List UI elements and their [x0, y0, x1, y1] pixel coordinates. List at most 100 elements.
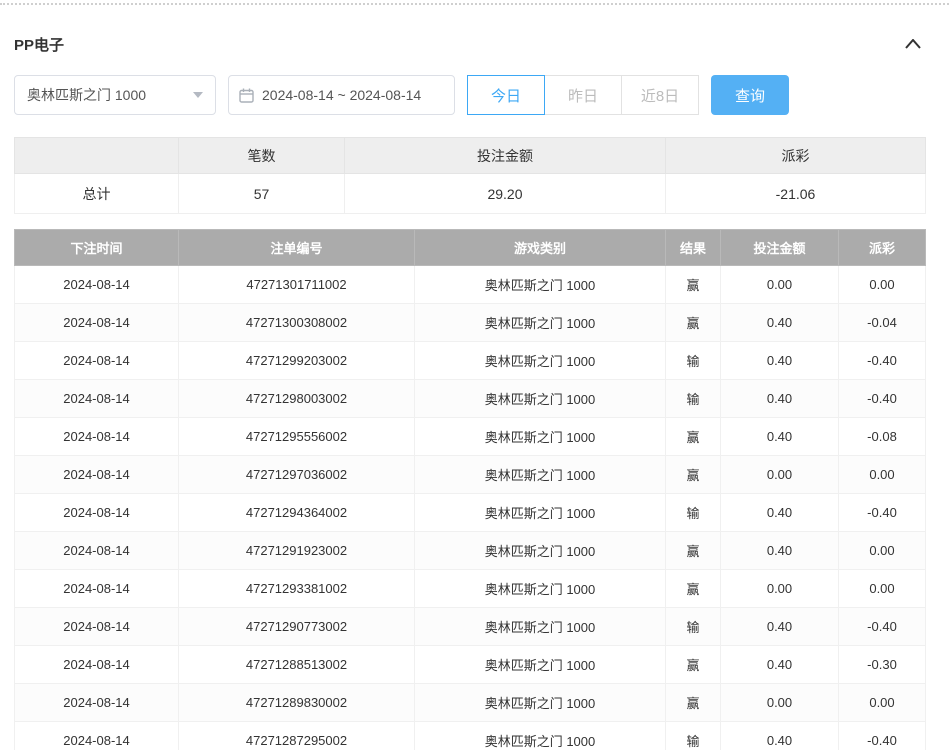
- payout-cell: -0.40: [839, 342, 926, 380]
- game-select-value: 奥林匹斯之门 1000: [27, 85, 146, 105]
- result-cell: 输: [666, 722, 721, 750]
- game-type-cell: 奥林匹斯之门 1000: [415, 380, 666, 418]
- result-cell: 赢: [666, 456, 721, 494]
- payout-cell: 0.00: [839, 684, 926, 722]
- header-result: 结果: [666, 230, 721, 266]
- result-cell: 赢: [666, 304, 721, 342]
- payout-cell: -0.40: [839, 722, 926, 750]
- bet-time-cell: 2024-08-14: [15, 456, 179, 494]
- result-cell: 输: [666, 380, 721, 418]
- table-row: 2024-08-14 47271299203002 奥林匹斯之门 1000 输 …: [15, 342, 926, 380]
- game-type-cell: 奥林匹斯之门 1000: [415, 532, 666, 570]
- bet-amount-cell: 0.00: [721, 570, 839, 608]
- header-game-type: 游戏类别: [415, 230, 666, 266]
- chevron-down-icon: [193, 92, 203, 98]
- order-no-cell: 47271291923002: [179, 532, 415, 570]
- quick-range-button-group: 今日 昨日 近8日: [467, 75, 699, 115]
- filter-bar: 奥林匹斯之门 1000 2024-08-14 ~ 2024-08-14 今日 昨…: [14, 75, 925, 115]
- game-type-cell: 奥林匹斯之门 1000: [415, 494, 666, 532]
- table-row: 2024-08-14 47271288513002 奥林匹斯之门 1000 赢 …: [15, 646, 926, 684]
- table-row: 2024-08-14 47271289830002 奥林匹斯之门 1000 赢 …: [15, 684, 926, 722]
- pp-electronic-section: PP电子 奥林匹斯之门 1000 2024-08-14 ~ 2024-08-14…: [0, 27, 949, 750]
- order-no-cell: 47271293381002: [179, 570, 415, 608]
- collapse-section-button[interactable]: [901, 33, 925, 56]
- payout-cell: 0.00: [839, 456, 926, 494]
- today-button[interactable]: 今日: [467, 75, 545, 115]
- game-type-cell: 奥林匹斯之门 1000: [415, 684, 666, 722]
- header-bet-time: 下注时间: [15, 230, 179, 266]
- order-no-cell: 47271294364002: [179, 494, 415, 532]
- order-no-cell: 47271289830002: [179, 684, 415, 722]
- table-row: 2024-08-14 47271287295002 奥林匹斯之门 1000 输 …: [15, 722, 926, 750]
- header-order-no: 注单编号: [179, 230, 415, 266]
- order-no-cell: 47271299203002: [179, 342, 415, 380]
- bet-time-cell: 2024-08-14: [15, 304, 179, 342]
- order-no-cell: 47271290773002: [179, 608, 415, 646]
- bet-time-cell: 2024-08-14: [15, 646, 179, 684]
- last-8-days-button[interactable]: 近8日: [621, 75, 699, 115]
- bet-time-cell: 2024-08-14: [15, 342, 179, 380]
- bet-table-header-row: 下注时间 注单编号 游戏类别 结果 投注金额 派彩: [15, 230, 926, 266]
- bet-time-cell: 2024-08-14: [15, 266, 179, 304]
- result-cell: 赢: [666, 532, 721, 570]
- payout-cell: -0.40: [839, 494, 926, 532]
- bet-amount-cell: 0.40: [721, 646, 839, 684]
- table-row: 2024-08-14 47271293381002 奥林匹斯之门 1000 赢 …: [15, 570, 926, 608]
- result-cell: 输: [666, 494, 721, 532]
- bet-time-cell: 2024-08-14: [15, 532, 179, 570]
- summary-header-bet-amount: 投注金额: [345, 138, 666, 174]
- order-no-cell: 47271300308002: [179, 304, 415, 342]
- bet-time-cell: 2024-08-14: [15, 684, 179, 722]
- game-type-cell: 奥林匹斯之门 1000: [415, 304, 666, 342]
- game-select[interactable]: 奥林匹斯之门 1000: [14, 75, 216, 115]
- summary-total-payout: -21.06: [666, 174, 926, 214]
- bet-amount-cell: 0.40: [721, 380, 839, 418]
- result-cell: 输: [666, 342, 721, 380]
- bet-amount-cell: 0.40: [721, 342, 839, 380]
- order-no-cell: 47271297036002: [179, 456, 415, 494]
- game-type-cell: 奥林匹斯之门 1000: [415, 342, 666, 380]
- bet-time-cell: 2024-08-14: [15, 608, 179, 646]
- game-type-cell: 奥林匹斯之门 1000: [415, 646, 666, 684]
- yesterday-button[interactable]: 昨日: [544, 75, 622, 115]
- table-row: 2024-08-14 47271295556002 奥林匹斯之门 1000 赢 …: [15, 418, 926, 456]
- game-type-cell: 奥林匹斯之门 1000: [415, 456, 666, 494]
- bet-amount-cell: 0.40: [721, 532, 839, 570]
- query-button[interactable]: 查询: [711, 75, 789, 115]
- date-range-picker[interactable]: 2024-08-14 ~ 2024-08-14: [228, 75, 455, 115]
- order-no-cell: 47271287295002: [179, 722, 415, 750]
- bet-time-cell: 2024-08-14: [15, 570, 179, 608]
- table-row: 2024-08-14 47271291923002 奥林匹斯之门 1000 赢 …: [15, 532, 926, 570]
- order-no-cell: 47271301711002: [179, 266, 415, 304]
- bet-records-table: 下注时间 注单编号 游戏类别 结果 投注金额 派彩 2024-08-14 472…: [14, 229, 926, 750]
- payout-cell: 0.00: [839, 570, 926, 608]
- summary-total-count: 57: [179, 174, 345, 214]
- table-row: 2024-08-14 47271301711002 奥林匹斯之门 1000 赢 …: [15, 266, 926, 304]
- result-cell: 赢: [666, 418, 721, 456]
- bet-amount-cell: 0.40: [721, 608, 839, 646]
- payout-cell: -0.04: [839, 304, 926, 342]
- table-row: 2024-08-14 47271294364002 奥林匹斯之门 1000 输 …: [15, 494, 926, 532]
- order-no-cell: 47271288513002: [179, 646, 415, 684]
- summary-total-row: 总计 57 29.20 -21.06: [15, 174, 926, 214]
- payout-cell: 0.00: [839, 532, 926, 570]
- bet-time-cell: 2024-08-14: [15, 494, 179, 532]
- game-type-cell: 奥林匹斯之门 1000: [415, 722, 666, 750]
- bet-table-body: 2024-08-14 47271301711002 奥林匹斯之门 1000 赢 …: [15, 266, 926, 750]
- game-type-cell: 奥林匹斯之门 1000: [415, 418, 666, 456]
- table-row: 2024-08-14 47271298003002 奥林匹斯之门 1000 输 …: [15, 380, 926, 418]
- result-cell: 输: [666, 608, 721, 646]
- bet-time-cell: 2024-08-14: [15, 722, 179, 750]
- game-type-cell: 奥林匹斯之门 1000: [415, 570, 666, 608]
- payout-cell: -0.08: [839, 418, 926, 456]
- result-cell: 赢: [666, 570, 721, 608]
- bet-amount-cell: 0.00: [721, 266, 839, 304]
- calendar-icon: [239, 88, 254, 103]
- section-header: PP电子: [14, 27, 925, 61]
- top-dotted-divider: [0, 3, 949, 5]
- bet-time-cell: 2024-08-14: [15, 418, 179, 456]
- chevron-up-icon: [905, 37, 921, 52]
- game-type-cell: 奥林匹斯之门 1000: [415, 608, 666, 646]
- result-cell: 赢: [666, 684, 721, 722]
- payout-cell: -0.40: [839, 608, 926, 646]
